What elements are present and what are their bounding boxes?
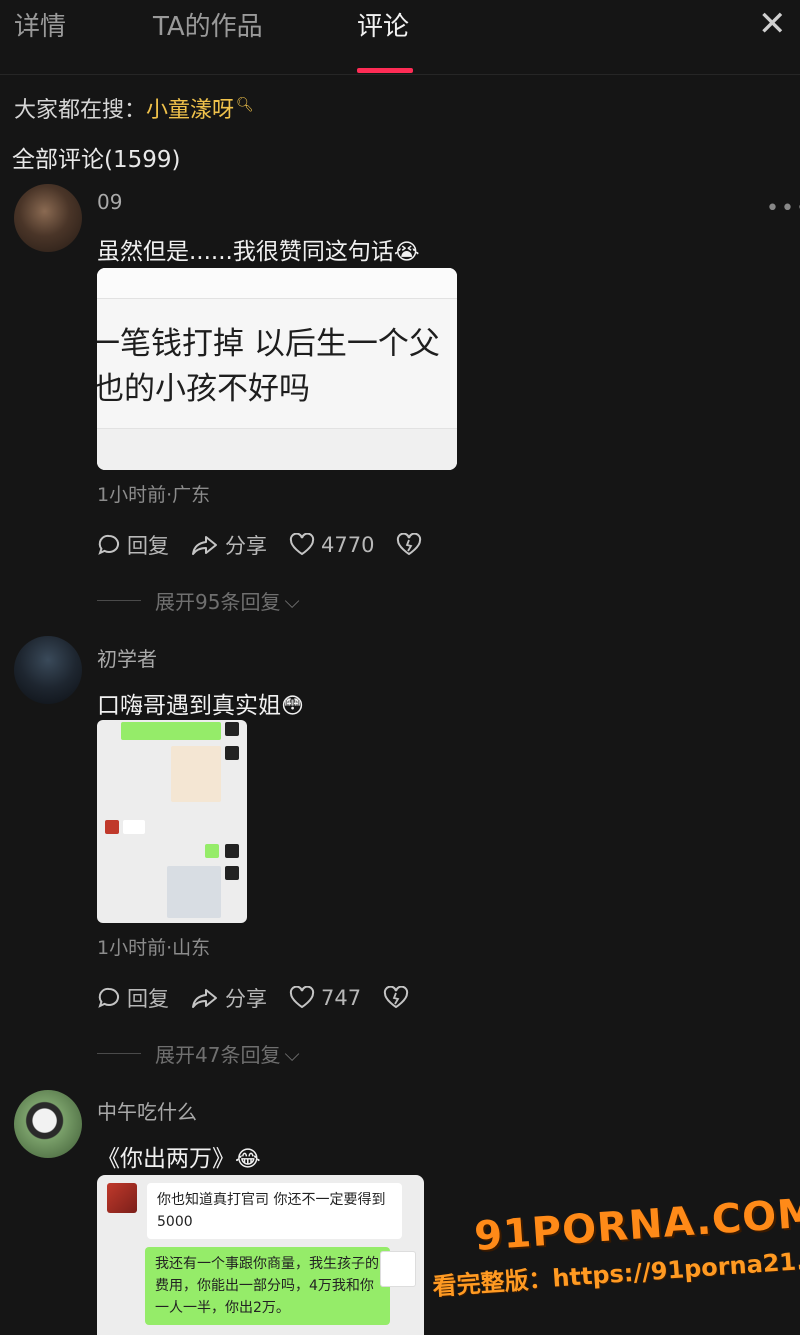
- dislike-button[interactable]: [383, 986, 415, 1010]
- chevron-down-icon: ⌵: [284, 588, 300, 613]
- reply-button[interactable]: 回复: [97, 530, 169, 560]
- avatar[interactable]: [14, 1090, 82, 1158]
- comment-actions: 回复 分享 747: [97, 983, 437, 1013]
- comment-image[interactable]: 你也知道真打官司 你还不一定要得到 5000 我还有一个事跟你商量，我生孩子的费…: [97, 1175, 424, 1335]
- share-button[interactable]: 分享: [191, 530, 267, 560]
- like-button[interactable]: 4770: [289, 533, 374, 557]
- comments-count: 全部评论(1599): [12, 147, 181, 173]
- comment-username[interactable]: 中午吃什么: [97, 1096, 197, 1125]
- comment-meta: 1小时前·山东: [97, 937, 211, 959]
- cat-sticker: [171, 746, 221, 802]
- active-tab-indicator: [357, 68, 413, 73]
- share-icon: [192, 989, 217, 1008]
- comment-username[interactable]: 09: [97, 190, 122, 214]
- avatar[interactable]: [14, 184, 82, 252]
- expand-replies-button[interactable]: 展开95条回复 ⌵: [97, 586, 300, 615]
- tab-comments[interactable]: 评论: [357, 6, 409, 43]
- chat-bubble-right: 我还有一个事跟你商量，我生孩子的费用，你能出一部分吗，4万我和你一人一半，你出2…: [145, 1247, 390, 1325]
- avatar[interactable]: [14, 636, 82, 704]
- reply-icon: [98, 534, 120, 555]
- reply-icon: [98, 987, 120, 1008]
- comment-image[interactable]: 一笔钱打掉 以后生一个父 也的小孩不好吗: [97, 268, 457, 470]
- heart-icon: [289, 986, 315, 1009]
- more-icon[interactable]: •••: [766, 196, 800, 221]
- search-keyword-link[interactable]: 小童漾呀 🔍︎: [146, 96, 254, 123]
- laughing-emoji-icon: 😂: [235, 1147, 261, 1172]
- image-text: 一笔钱打掉 以后生一个父: [97, 326, 440, 362]
- avatar: [380, 1251, 416, 1287]
- like-button[interactable]: 747: [289, 986, 361, 1010]
- comment-username[interactable]: 初学者: [97, 643, 157, 672]
- heart-icon: [289, 533, 315, 556]
- crying-emoji-icon: 😭: [393, 240, 420, 265]
- chevron-down-icon: ⌵: [284, 1041, 300, 1066]
- search-icon: 🔍︎: [236, 96, 254, 113]
- share-button[interactable]: 分享: [191, 983, 267, 1013]
- image-text: 也的小孩不好吗: [97, 371, 310, 407]
- chat-bubble-left: 你也知道真打官司 你还不一定要得到 5000: [147, 1183, 402, 1239]
- comment-actions: 回复 分享 4770: [97, 530, 450, 560]
- close-icon[interactable]: ✕: [758, 4, 787, 44]
- tab-works[interactable]: TA的作品: [153, 6, 263, 43]
- broken-heart-icon: [397, 533, 422, 556]
- comment-text: 《你出两万》😂: [97, 1146, 261, 1172]
- dislike-button[interactable]: [396, 533, 428, 557]
- flushed-emoji-icon: 😳: [281, 694, 304, 719]
- broken-heart-icon: [383, 986, 409, 1009]
- tab-details[interactable]: 详情: [14, 6, 66, 43]
- divider: [0, 74, 800, 75]
- comment-text: 虽然但是......我很赞同这句话😭: [97, 239, 420, 265]
- avatar: [107, 1183, 137, 1213]
- expand-replies-button[interactable]: 展开47条回复 ⌵: [97, 1039, 300, 1068]
- share-icon: [192, 536, 217, 555]
- search-suggestion-prefix: 大家都在搜：: [14, 98, 147, 123]
- reply-button[interactable]: 回复: [97, 983, 169, 1013]
- comment-text: 口嗨哥遇到真实姐😳: [97, 693, 304, 719]
- comment-meta: 1小时前·广东: [97, 484, 211, 506]
- search-suggestion: 大家都在搜：小童漾呀 🔍︎: [14, 92, 254, 124]
- comment-image[interactable]: [97, 720, 247, 923]
